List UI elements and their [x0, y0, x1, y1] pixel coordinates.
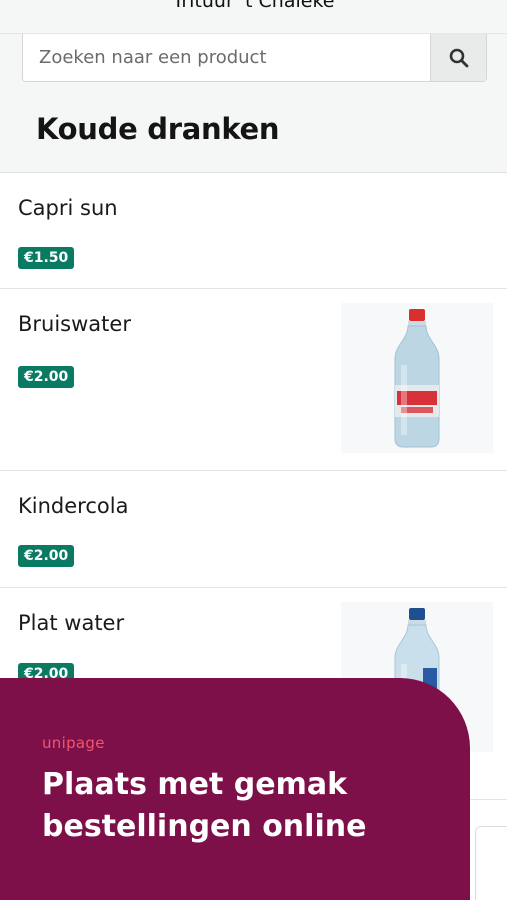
product-name: Plat water [18, 611, 125, 635]
next-item-card[interactable] [475, 826, 507, 900]
product-image [341, 303, 493, 453]
product-name: Kindercola [18, 494, 129, 518]
shop-title: Trituur 't Chaleke [172, 0, 335, 12]
price-badge: €2.00 [18, 545, 75, 567]
top-bar: Trituur 't Chaleke [0, 0, 507, 34]
product-item[interactable]: Bruiswater €2.00 [0, 289, 507, 471]
product-name: Bruiswater [18, 312, 131, 336]
search-input[interactable] [23, 34, 430, 81]
search-bar [22, 34, 487, 82]
promo-headline: Plaats met gemak bestellingen online [42, 767, 367, 844]
category-title: Koude dranken [36, 112, 280, 146]
sparkling-water-bottle-icon [394, 309, 440, 448]
price-badge: €1.50 [18, 247, 75, 269]
unipage-logo: unipage [42, 734, 105, 752]
price-badge: €2.00 [18, 366, 75, 388]
product-name: Capri sun [18, 196, 118, 220]
promo-banner[interactable]: unipage Plaats met gemak bestellingen on… [0, 678, 470, 900]
header-area: Koude dranken [0, 34, 507, 173]
search-button[interactable] [430, 34, 486, 81]
search-icon [449, 48, 468, 67]
product-item[interactable]: Capri sun €1.50 [0, 173, 507, 289]
product-item[interactable]: Kindercola €2.00 [0, 471, 507, 588]
